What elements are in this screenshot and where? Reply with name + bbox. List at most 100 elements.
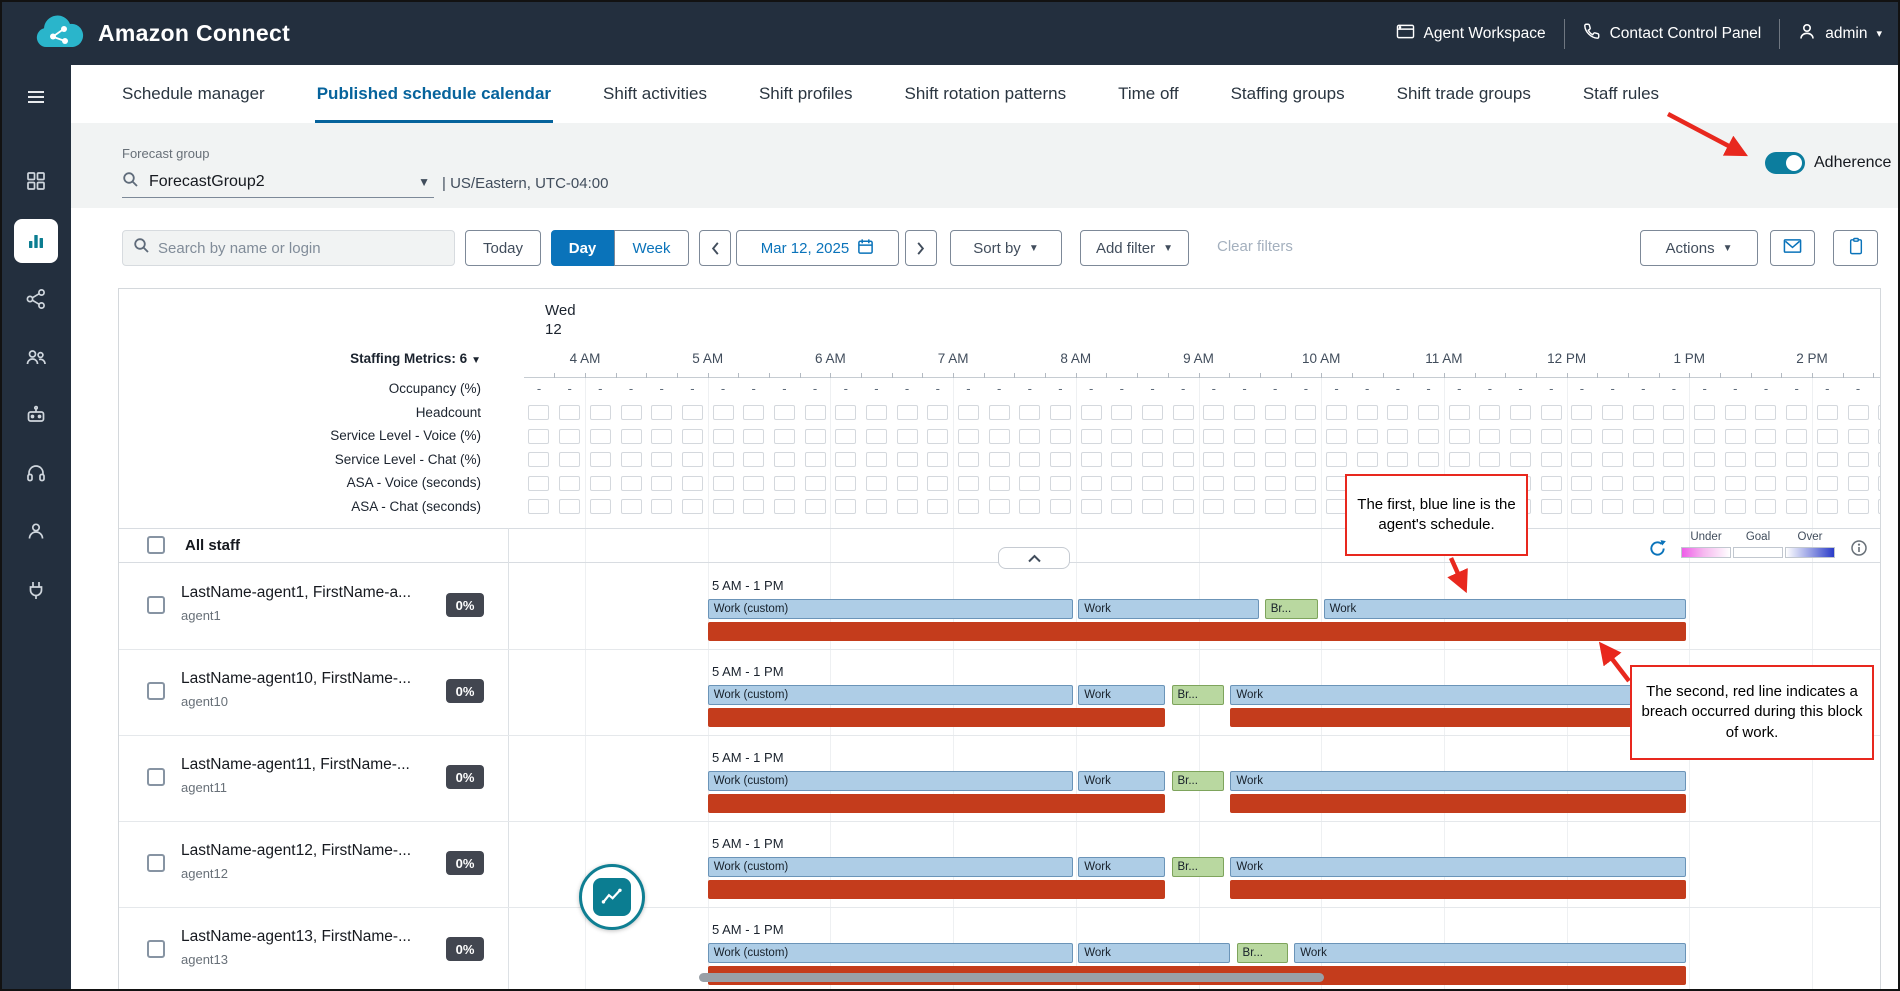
- info-icon[interactable]: [1851, 540, 1867, 561]
- staffing-metrics-toggle[interactable]: Staffing Metrics: 6▼: [119, 351, 481, 366]
- clear-filters-link[interactable]: Clear filters: [1217, 238, 1293, 255]
- actions-dropdown[interactable]: Actions▼: [1640, 230, 1758, 266]
- work-segment[interactable]: Work: [1230, 857, 1685, 877]
- legend-goal-label: Goal: [1733, 531, 1783, 543]
- routing-flows-icon[interactable]: [14, 277, 58, 321]
- integrations-icon[interactable]: [14, 568, 58, 612]
- metric-row-label: Occupancy (%): [119, 381, 481, 396]
- metric-cell: [1081, 429, 1102, 444]
- metric-cell: [682, 476, 703, 491]
- work-segment[interactable]: Work (custom): [708, 943, 1074, 963]
- quarter-tick: [861, 373, 862, 378]
- tab-shift-activities[interactable]: Shift activities: [603, 65, 707, 123]
- work-segment[interactable]: Work (custom): [708, 771, 1074, 791]
- metric-cell: [1725, 452, 1746, 467]
- metric-empty-value: -: [1702, 381, 1706, 397]
- quarter-tick: [1689, 373, 1690, 378]
- work-segment[interactable]: Work: [1078, 685, 1165, 705]
- break-segment[interactable]: Br...: [1172, 857, 1225, 877]
- adherence-breach-bar: [708, 794, 1166, 813]
- collapse-metrics-button[interactable]: [998, 547, 1070, 569]
- adherence-toggle[interactable]: [1765, 152, 1805, 174]
- metrics-analytics-icon[interactable]: [14, 219, 58, 263]
- metric-cell: [1203, 452, 1224, 467]
- quarter-tick: [1199, 373, 1200, 378]
- hour-label: 7 AM: [938, 351, 969, 366]
- customer-profile-icon[interactable]: [14, 509, 58, 553]
- metric-cell: [713, 452, 734, 467]
- work-segment[interactable]: Work: [1078, 599, 1258, 619]
- refresh-icon[interactable]: [1648, 539, 1667, 563]
- tab-published-schedule-calendar[interactable]: Published schedule calendar: [317, 65, 551, 123]
- break-segment[interactable]: Br...: [1237, 943, 1289, 963]
- metric-cell: [1142, 452, 1163, 467]
- metric-cell: [1725, 476, 1746, 491]
- users-icon[interactable]: [14, 335, 58, 379]
- bot-icon[interactable]: [14, 393, 58, 437]
- search-input[interactable]: [158, 240, 444, 257]
- user-menu[interactable]: admin ▾: [1798, 22, 1882, 45]
- break-segment[interactable]: Br...: [1172, 771, 1225, 791]
- work-segment[interactable]: Work (custom): [708, 599, 1074, 619]
- metric-cell: [1817, 476, 1838, 491]
- messages-button[interactable]: [1770, 230, 1815, 266]
- date-picker-button[interactable]: Mar 12, 2025: [736, 230, 899, 266]
- work-segment[interactable]: Work: [1078, 857, 1165, 877]
- agent-checkbox[interactable]: [147, 682, 165, 700]
- work-segment[interactable]: Work: [1078, 943, 1230, 963]
- add-filter-dropdown[interactable]: Add filter▼: [1080, 230, 1189, 266]
- menu-icon[interactable]: [14, 81, 58, 113]
- agent-checkbox[interactable]: [147, 596, 165, 614]
- metric-cell: [1817, 499, 1838, 514]
- work-segment[interactable]: Work (custom): [708, 685, 1074, 705]
- quarter-tick: [1045, 373, 1046, 378]
- legend-goal-swatch: [1733, 547, 1783, 558]
- forecast-group-select[interactable]: ForecastGroup2 ▼: [122, 167, 434, 198]
- tab-staff-rules[interactable]: Staff rules: [1583, 65, 1659, 123]
- work-segment[interactable]: Work: [1324, 599, 1686, 619]
- work-segment[interactable]: Work: [1230, 685, 1685, 705]
- agent-search-box: [122, 230, 455, 266]
- metric-empty-value: -: [1733, 381, 1737, 397]
- tab-shift-rotation-patterns[interactable]: Shift rotation patterns: [905, 65, 1067, 123]
- work-segment[interactable]: Work (custom): [708, 857, 1074, 877]
- metric-cell: [927, 499, 948, 514]
- tab-shift-profiles[interactable]: Shift profiles: [759, 65, 853, 123]
- week-view-button[interactable]: Week: [614, 230, 689, 266]
- break-segment[interactable]: Br...: [1265, 599, 1318, 619]
- metric-cell: [1295, 499, 1316, 514]
- metric-cell: [713, 499, 734, 514]
- work-segment[interactable]: Work: [1078, 771, 1165, 791]
- contact-control-panel-link[interactable]: Contact Control Panel: [1583, 22, 1762, 45]
- tab-staffing-groups[interactable]: Staffing groups: [1231, 65, 1345, 123]
- tab-time-off[interactable]: Time off: [1118, 65, 1178, 123]
- work-segment[interactable]: Work: [1294, 943, 1685, 963]
- metric-cell: [1602, 476, 1623, 491]
- tab-shift-trade-groups[interactable]: Shift trade groups: [1397, 65, 1531, 123]
- agent-checkbox[interactable]: [147, 940, 165, 958]
- horizontal-scrollbar[interactable]: [699, 973, 1324, 982]
- next-day-button[interactable]: [905, 230, 937, 266]
- today-button[interactable]: Today: [465, 230, 541, 266]
- tab-schedule-manager[interactable]: Schedule manager: [122, 65, 265, 123]
- metric-cell: [1786, 476, 1807, 491]
- agent-login: agent12: [181, 866, 228, 881]
- sort-by-dropdown[interactable]: Sort by▼: [950, 230, 1062, 266]
- agent-checkbox[interactable]: [147, 854, 165, 872]
- agent-name: LastName-agent10, FirstName-...: [181, 670, 411, 688]
- quarter-tick: [1659, 373, 1660, 378]
- work-segment[interactable]: Work: [1230, 771, 1685, 791]
- agent-workspace-link[interactable]: Agent Workspace: [1396, 23, 1546, 45]
- metric-cell: [805, 405, 826, 420]
- headset-icon[interactable]: [14, 451, 58, 495]
- metric-empty-value: -: [1580, 381, 1584, 397]
- clipboard-button[interactable]: [1833, 230, 1878, 266]
- metric-empty-value: -: [1488, 381, 1492, 397]
- break-segment[interactable]: Br...: [1172, 685, 1225, 705]
- agent-checkbox[interactable]: [147, 768, 165, 786]
- day-view-button[interactable]: Day: [551, 230, 614, 266]
- previous-day-button[interactable]: [699, 230, 731, 266]
- all-staff-checkbox[interactable]: [147, 536, 165, 554]
- metric-row-label: ASA - Voice (seconds): [119, 475, 481, 490]
- dashboard-grid-icon[interactable]: [14, 159, 58, 203]
